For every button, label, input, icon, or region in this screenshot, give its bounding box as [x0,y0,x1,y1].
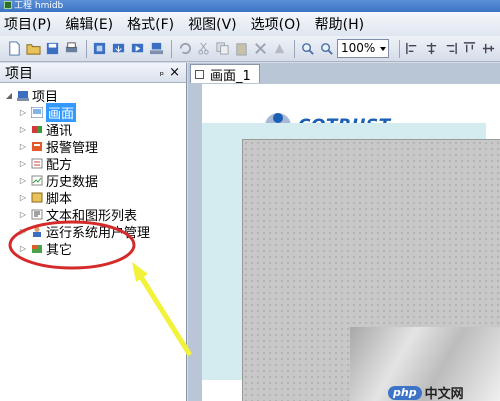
download-icon[interactable] [110,41,126,57]
align-left-icon[interactable] [404,41,420,57]
site-watermark: php 中文网 [388,383,464,401]
collapse-icon[interactable]: ▷ [19,176,27,185]
close-icon[interactable]: × [169,65,180,80]
textlist-icon [31,209,43,219]
collapse-icon[interactable]: ▷ [19,108,27,117]
user-icon [33,226,41,237]
project-panel: 项目 ₚ × ◢ 项目 ▷ 画面 ▷ 通讯 ▷ 报警管理 ▷ 配方 ▷ 历史数据… [0,63,187,401]
copy-icon[interactable] [214,41,230,57]
tree-item-recipe[interactable]: ▷ 配方 [19,155,72,173]
properties-icon[interactable] [271,41,287,57]
tree-item-alarm[interactable]: ▷ 报警管理 [19,138,98,156]
zoom-out-icon[interactable] [318,41,334,57]
zoom-in-icon[interactable] [299,41,315,57]
menu-edit[interactable]: 编辑(E) [65,14,113,34]
tree-item-screens[interactable]: ▷ 画面 [19,102,77,122]
zoom-select[interactable]: 100% [337,39,389,58]
watermark-badge: php [388,385,422,400]
menu-project[interactable]: 项目(P) [4,14,51,34]
expand-icon[interactable]: ◢ [5,91,13,100]
print-icon[interactable] [63,41,79,57]
script-icon [31,192,43,202]
open-folder-icon[interactable] [25,41,41,57]
toolbar-separator [171,39,172,58]
tab-screen-1[interactable]: 画面_1 [190,64,260,84]
align-middle-icon[interactable] [480,41,496,57]
window-title-bar: 工程 hmidb [0,0,500,12]
toolbar-separator [399,39,400,58]
align-right-icon[interactable] [442,41,458,57]
project-panel-header: 项目 ₚ × [0,63,186,83]
tree-item-users[interactable]: ▷ 运行系统用户管理 [19,223,150,241]
tree-root[interactable]: ◢ 项目 [5,87,58,105]
collapse-icon[interactable]: ▷ [19,244,27,253]
collapse-icon[interactable]: ▷ [19,227,27,236]
window-title: 工程 hmidb [14,1,64,11]
collapse-icon[interactable]: ▷ [19,142,27,151]
toolbar-separator [294,39,295,58]
menu-help[interactable]: 帮助(H) [315,14,364,34]
other-icon [32,244,42,253]
save-icon[interactable] [44,41,60,57]
tree-item-history[interactable]: ▷ 历史数据 [19,172,98,190]
recipe-icon [31,158,43,168]
tree-item-script[interactable]: ▷ 脚本 [19,189,72,207]
alarm-icon [32,141,42,151]
menu-options[interactable]: 选项(O) [251,14,301,34]
toolbar: 100% [0,36,500,62]
comm-icon [32,125,42,133]
watermark-text: 中文网 [424,387,464,401]
collapse-icon[interactable]: ▷ [19,210,27,219]
tab-label: 画面_1 [210,68,251,84]
project-panel-title: 项目 [5,65,33,82]
project-icon [17,90,29,101]
app-icon [4,1,12,9]
tree-item-textlist[interactable]: ▷ 文本和图形列表 [19,206,137,224]
undo-icon[interactable] [176,41,192,57]
align-top-icon[interactable] [461,41,477,57]
tree-item-other[interactable]: ▷ 其它 [19,240,73,258]
compile-icon[interactable] [91,41,107,57]
history-icon [31,175,43,185]
cut-icon[interactable] [195,41,211,57]
collapse-icon[interactable]: ▷ [19,193,27,202]
screen-icon [31,106,43,118]
menubar: 项目(P) 编辑(E) 格式(F) 视图(V) 选项(O) 帮助(H) [0,12,500,36]
editor-tabstrip: 画面_1 [188,63,500,84]
align-center-icon[interactable] [423,41,439,57]
zoom-value: 100% [341,41,376,55]
collapse-icon[interactable]: ▷ [19,159,27,168]
screen-editor: 画面_1 COTRUST [188,63,500,401]
collapse-icon[interactable]: ▷ [19,125,27,134]
paste-icon[interactable] [233,41,249,57]
pin-icon[interactable]: ₚ [160,67,164,78]
document-icon [195,69,204,79]
delete-icon[interactable] [252,41,268,57]
simulate-icon[interactable] [129,41,145,57]
toolbar-separator [86,39,87,58]
transfer-icon[interactable] [148,41,164,57]
menu-view[interactable]: 视图(V) [188,14,237,34]
new-file-icon[interactable] [6,41,22,57]
tree-item-label: 其它 [46,242,73,258]
menu-format[interactable]: 格式(F) [127,14,174,34]
chevron-down-icon [380,47,386,51]
tree-item-comm[interactable]: ▷ 通讯 [19,121,72,139]
